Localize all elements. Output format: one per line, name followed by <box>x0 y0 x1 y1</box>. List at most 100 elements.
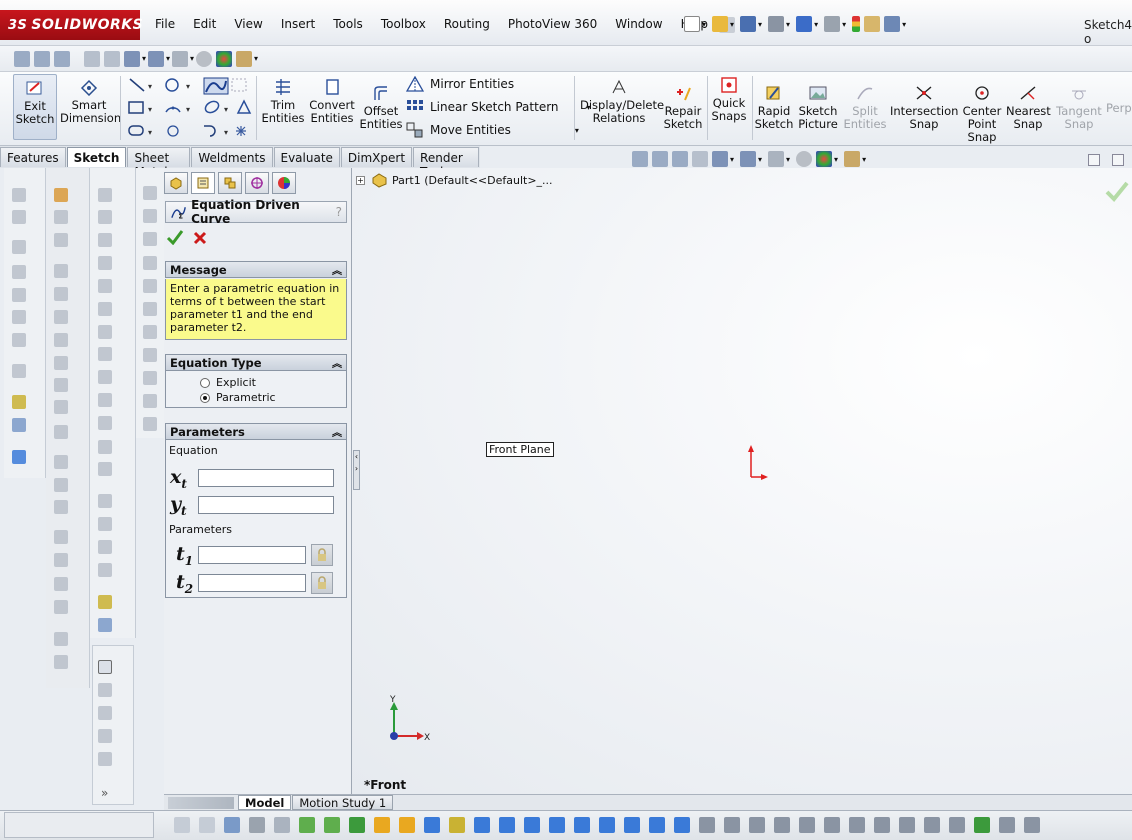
convert-entities-button[interactable]: Convert Entities <box>308 78 356 125</box>
collapse-chevron-icon[interactable]: ︽ <box>332 262 342 277</box>
tab-features[interactable]: Features <box>0 147 66 167</box>
yt-equation-input[interactable] <box>198 496 334 515</box>
radio-parametric[interactable]: Parametric <box>200 390 346 405</box>
bom-icon[interactable] <box>143 417 157 431</box>
snap-icon[interactable] <box>724 817 740 833</box>
confirmation-corner-ok-icon[interactable] <box>1104 180 1130 202</box>
copy-sketch-icon[interactable] <box>899 817 915 833</box>
help-icon[interactable]: ? <box>336 205 342 219</box>
sweep-surface-icon[interactable] <box>98 233 112 247</box>
graphics-area[interactable] <box>352 168 1132 794</box>
mirror-icon[interactable] <box>54 333 68 347</box>
tab-model[interactable]: Model <box>238 795 292 810</box>
surface-icon[interactable] <box>54 632 68 646</box>
new-document-icon[interactable] <box>684 16 700 32</box>
view-back-icon[interactable] <box>98 683 112 697</box>
file-properties-icon[interactable] <box>864 16 881 32</box>
view-orientation-icon[interactable] <box>712 151 728 167</box>
tab-dimxpert[interactable]: DimXpert <box>340 147 413 167</box>
previous-view-icon[interactable] <box>672 151 688 167</box>
measure-icon[interactable] <box>143 302 157 316</box>
appearance-icon[interactable] <box>796 151 813 167</box>
menu-tools[interactable]: Tools <box>324 14 372 36</box>
fix-relation-icon[interactable] <box>374 817 390 833</box>
segment-icon[interactable] <box>974 817 990 833</box>
ruled-surface-icon[interactable] <box>98 370 112 384</box>
split-entities-button[interactable]: Split Entities <box>842 84 888 131</box>
menu-file[interactable]: File <box>146 14 184 36</box>
merge-relation-icon[interactable] <box>624 817 640 833</box>
thicken-icon[interactable] <box>54 478 68 492</box>
display-style-icon[interactable] <box>124 50 140 67</box>
zoom-to-area-icon[interactable] <box>652 151 668 167</box>
delete-face-icon[interactable] <box>54 378 68 392</box>
tangent-snap-button[interactable]: Tangent Snap <box>1054 84 1104 131</box>
lock-t1-icon[interactable] <box>311 544 333 567</box>
delete-hole-icon[interactable] <box>98 416 112 430</box>
perpendicular-snap-button[interactable]: Perp <box>1106 102 1132 115</box>
indent-icon[interactable] <box>54 553 68 567</box>
trim-entities-button[interactable]: Trim Entities <box>260 78 306 125</box>
configuration-manager-tab[interactable] <box>218 172 242 194</box>
print-icon[interactable] <box>768 16 785 32</box>
draft-icon[interactable] <box>54 264 68 278</box>
text-sketch-icon[interactable] <box>949 817 965 833</box>
t1-parameter-input[interactable] <box>198 546 306 565</box>
offset-surface-icon[interactable] <box>98 256 112 270</box>
menu-routing[interactable]: Routing <box>435 14 499 36</box>
view-orientation-icon[interactable] <box>104 50 120 67</box>
move-face-icon[interactable] <box>54 356 68 370</box>
parallel-relation-icon[interactable] <box>474 817 490 833</box>
display-delete-relations-button[interactable]: Display/Delete Relations <box>580 78 664 125</box>
restore-view-icon[interactable] <box>1112 154 1124 166</box>
wrap-icon[interactable] <box>54 310 68 324</box>
previous-view-icon[interactable] <box>54 50 70 67</box>
options-icon[interactable] <box>884 16 901 32</box>
cancel-x-icon[interactable] <box>192 230 208 246</box>
notes-icon[interactable] <box>143 279 157 293</box>
hide-show-icon[interactable] <box>768 151 785 167</box>
tab-motion-study-1[interactable]: Motion Study 1 <box>292 795 394 810</box>
collinear-relation-icon[interactable] <box>524 817 540 833</box>
flex-icon[interactable] <box>54 577 68 591</box>
rebuild-icon[interactable] <box>852 16 861 32</box>
modify-sketch-icon[interactable] <box>824 817 840 833</box>
filter-icon[interactable] <box>174 817 190 833</box>
rapid-sketch-button[interactable]: Rapid Sketch <box>754 84 794 131</box>
vertical-relation-icon[interactable] <box>349 817 365 833</box>
boundary-surface-icon[interactable] <box>98 517 112 531</box>
xt-equation-input[interactable] <box>198 469 334 488</box>
symmetric-relation-icon[interactable] <box>574 817 590 833</box>
render-icon[interactable] <box>216 50 233 67</box>
menu-window[interactable]: Window <box>606 14 671 36</box>
fillet-icon[interactable] <box>54 188 68 202</box>
collapse-chevron-icon[interactable]: ︽ <box>332 355 342 370</box>
solidworks-logo[interactable]: 3S SOLIDWORKS <box>0 10 143 40</box>
front-plane-label[interactable]: Front Plane <box>486 442 554 457</box>
view-settings-icon[interactable] <box>844 151 861 167</box>
property-manager-tab[interactable] <box>191 172 215 194</box>
extend-surface-icon[interactable] <box>98 302 112 316</box>
sensor-icon[interactable] <box>143 394 157 408</box>
menu-insert[interactable]: Insert <box>272 14 324 36</box>
exit-sketch-button[interactable]: Exit Sketch <box>13 74 57 140</box>
trim-surface-icon[interactable] <box>98 325 112 339</box>
scale-sketch-icon[interactable] <box>849 817 865 833</box>
repair-sketch-button[interactable]: Repair Sketch <box>662 84 704 131</box>
display-manager-tab[interactable] <box>272 172 296 194</box>
view-right-icon[interactable] <box>98 729 112 743</box>
menu-photoview[interactable]: PhotoView 360 <box>499 14 606 36</box>
table-icon[interactable] <box>143 186 157 200</box>
more-chevron-icon[interactable]: » <box>101 786 108 800</box>
tab-weldments[interactable]: Weldments <box>191 147 273 167</box>
design-table-icon[interactable] <box>143 209 157 223</box>
zoom-to-area-icon[interactable] <box>34 50 50 67</box>
scene-icon[interactable] <box>816 151 833 167</box>
construction-icon[interactable] <box>999 817 1015 833</box>
section-view-icon[interactable] <box>84 50 100 67</box>
section-properties-icon[interactable] <box>143 348 157 362</box>
select-other-icon[interactable] <box>274 817 290 833</box>
move-entities-button[interactable]: Move Entities ▾ <box>406 122 579 138</box>
menu-edit[interactable]: Edit <box>184 14 225 36</box>
select-icon[interactable] <box>824 16 841 32</box>
